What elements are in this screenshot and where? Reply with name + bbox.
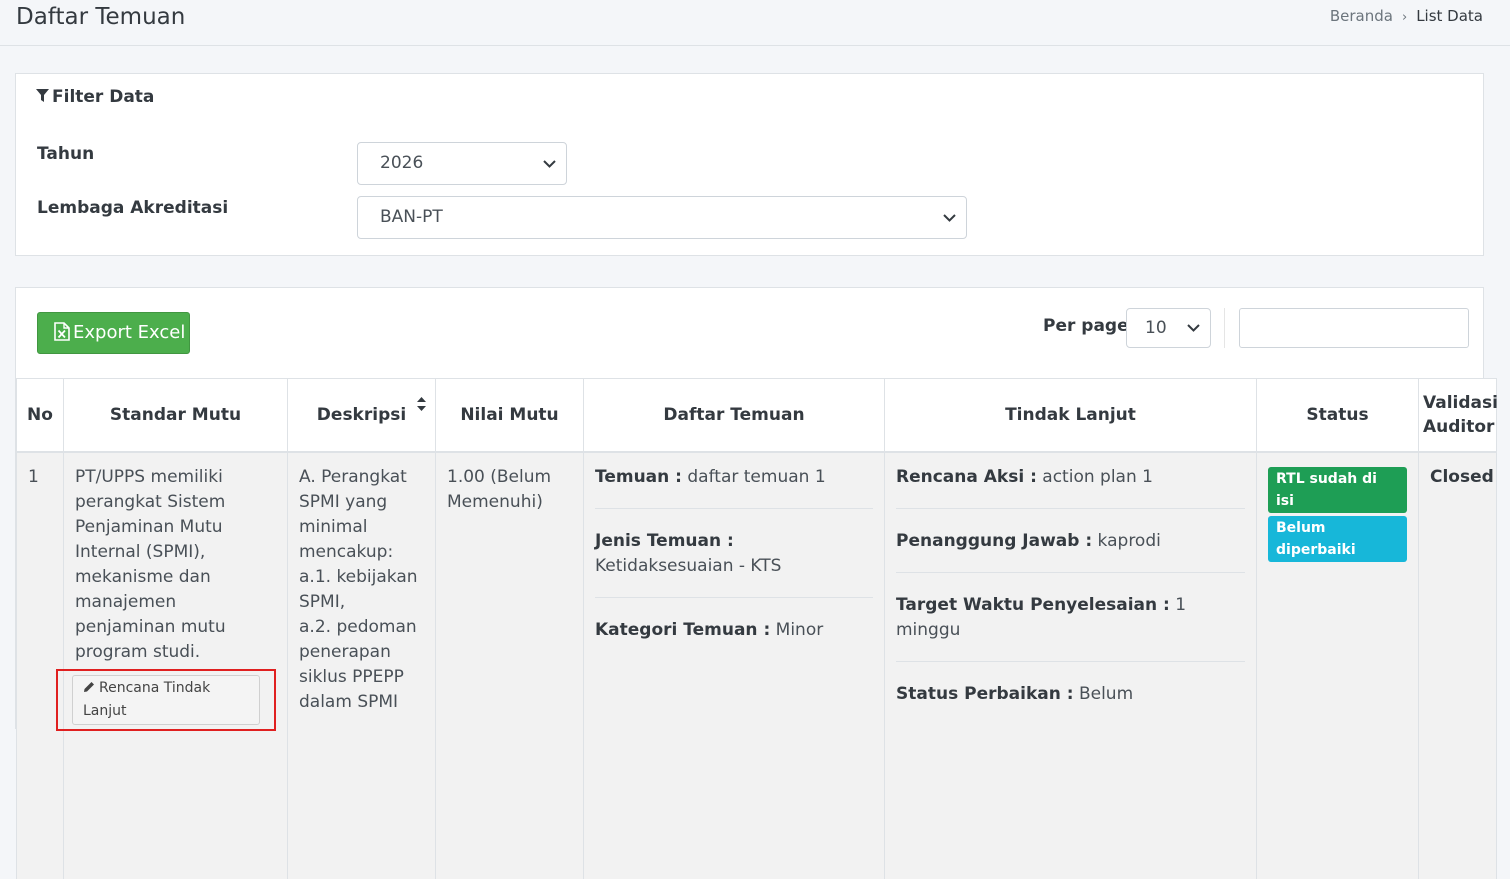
filter-card: Filter Data Tahun 2026 Lembaga Akreditas… <box>15 73 1484 256</box>
col-header-daftar-temuan[interactable]: Daftar Temuan <box>583 378 885 453</box>
col-header-nilai-mutu[interactable]: Nilai Mutu <box>435 378 584 453</box>
rencana-aksi-label: Rencana Aksi : <box>896 467 1037 487</box>
temuan-table: No Standar Mutu Deskripsi Nilai Mutu Daf… <box>16 378 1498 879</box>
page-title: Daftar Temuan <box>16 4 186 30</box>
target-waktu-label: Target Waktu Penyelesaian : <box>896 595 1170 615</box>
breadcrumb-separator-icon: › <box>1401 10 1408 25</box>
cell-deskripsi: A. Perangkat SPMI yang minimal mencakup:… <box>287 452 436 879</box>
breadcrumb-home-link[interactable]: Beranda <box>1330 7 1393 25</box>
cell-tindak-lanjut: Rencana Aksi : action plan 1 Penanggung … <box>884 452 1257 879</box>
penanggung-jawab-label: Penanggung Jawab : <box>896 531 1093 551</box>
filter-title: Filter Data <box>36 87 154 107</box>
sort-icon[interactable] <box>417 397 426 411</box>
rencana-aksi-value: action plan 1 <box>1036 467 1153 487</box>
cell-validasi-auditor: Closed <box>1418 452 1497 879</box>
per-page-value: 10 <box>1145 318 1167 338</box>
kategori-temuan-value: Minor <box>770 620 824 640</box>
lembaga-select-value: BAN-PT <box>380 207 443 227</box>
tahun-label: Tahun <box>37 144 95 164</box>
jenis-temuan-item: Jenis Temuan : Ketidaksesuaian - KTS <box>595 529 873 598</box>
filter-icon <box>36 89 49 102</box>
content-header: Daftar Temuan Beranda › List Data <box>0 0 1510 46</box>
rtl-button-highlight: Rencana Tindak Lanjut <box>56 669 276 731</box>
table-header-row: No Standar Mutu Deskripsi Nilai Mutu Daf… <box>16 378 1498 453</box>
cell-daftar-temuan: Temuan : daftar temuan 1 Jenis Temuan : … <box>583 452 885 879</box>
breadcrumb-current: List Data <box>1416 7 1483 25</box>
col-header-status[interactable]: Status <box>1256 378 1419 453</box>
jenis-temuan-value: Ketidaksesuaian - KTS <box>595 556 782 576</box>
tahun-select[interactable]: 2026 <box>357 142 567 185</box>
col-header-no[interactable]: No <box>16 378 64 453</box>
per-page-select[interactable]: 10 <box>1126 308 1211 348</box>
col-header-tindak-lanjut[interactable]: Tindak Lanjut <box>884 378 1257 453</box>
status-perbaikan-value: Belum <box>1073 684 1134 704</box>
lembaga-label: Lembaga Akreditasi <box>37 198 229 218</box>
file-excel-icon <box>54 322 70 341</box>
export-excel-label: Export Excel <box>73 322 186 343</box>
table-row: 1 PT/UPPS memiliki perangkat Sistem Penj… <box>16 452 1497 879</box>
temuan-item: Temuan : daftar temuan 1 <box>595 465 873 509</box>
search-input[interactable] <box>1239 308 1469 348</box>
breadcrumb: Beranda › List Data <box>1330 7 1483 25</box>
chevron-down-icon <box>543 159 556 168</box>
status-perbaikan-item: Status Perbaikan : Belum <box>896 682 1245 725</box>
export-excel-button[interactable]: Export Excel <box>37 312 190 354</box>
penanggung-jawab-value: kaprodi <box>1092 531 1161 551</box>
cell-standar-mutu: PT/UPPS memiliki perangkat Sistem Penjam… <box>56 452 288 879</box>
filter-title-text: Filter Data <box>52 87 155 107</box>
rtl-button-label: Rencana Tindak Lanjut <box>83 680 211 719</box>
col-header-deskripsi[interactable]: Deskripsi <box>287 378 436 453</box>
penanggung-jawab-item: Penanggung Jawab : kaprodi <box>896 529 1245 573</box>
table-card: Export Excel Per page: 10 No Standar Mut… <box>15 287 1498 879</box>
pencil-icon <box>84 682 94 692</box>
rencana-aksi-item: Rencana Aksi : action plan 1 <box>896 465 1245 509</box>
col-header-deskripsi-text: Deskripsi <box>316 405 407 425</box>
tahun-select-value: 2026 <box>380 153 424 173</box>
col-header-standar-mutu[interactable]: Standar Mutu <box>63 378 288 453</box>
cell-nilai-mutu: 1.00 (Belum Memenuhi) <box>435 452 584 879</box>
cell-no: 1 <box>16 452 64 879</box>
toolbar-divider <box>1224 308 1225 348</box>
standar-mutu-text: PT/UPPS memiliki perangkat Sistem Penjam… <box>75 467 226 662</box>
per-page-label: Per page: <box>1043 316 1136 336</box>
jenis-temuan-label: Jenis Temuan : <box>595 531 734 551</box>
lembaga-select[interactable]: BAN-PT <box>357 196 967 239</box>
cell-status: RTL sudah di isi Belum diperbaiki <box>1256 452 1419 879</box>
kategori-temuan-label: Kategori Temuan : <box>595 620 771 640</box>
temuan-label: Temuan : <box>595 467 682 487</box>
rencana-tindak-lanjut-button[interactable]: Rencana Tindak Lanjut <box>72 675 260 725</box>
chevron-down-icon <box>1187 324 1200 332</box>
target-waktu-item: Target Waktu Penyelesaian : 1 minggu <box>896 593 1245 662</box>
chevron-down-icon <box>943 213 956 222</box>
col-header-validasi-auditor[interactable]: Validasi Auditor <box>1418 378 1498 453</box>
kategori-temuan-item: Kategori Temuan : Minor <box>595 618 873 661</box>
status-badge-rtl: RTL sudah di isi <box>1268 467 1407 513</box>
status-perbaikan-label: Status Perbaikan : <box>896 684 1074 704</box>
temuan-value: daftar temuan 1 <box>681 467 826 487</box>
status-badge-perbaikan: Belum diperbaiki <box>1268 516 1407 562</box>
